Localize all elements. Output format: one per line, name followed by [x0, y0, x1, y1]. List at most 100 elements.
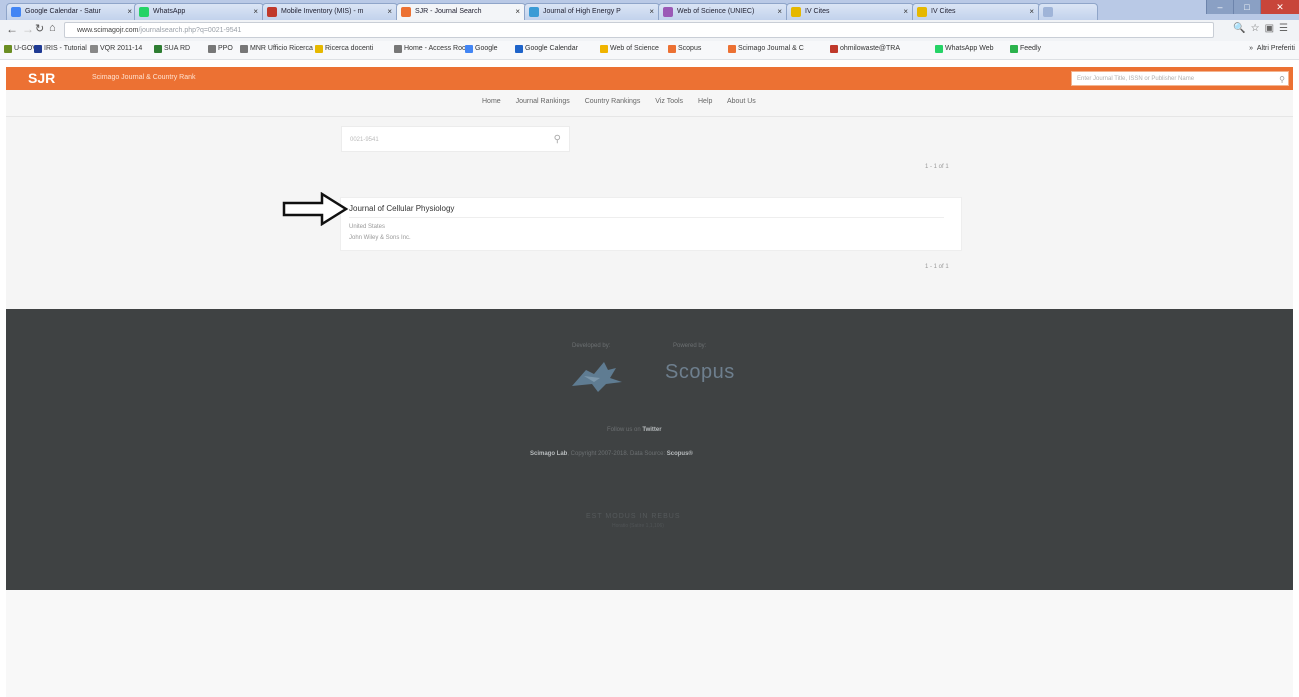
maximize-button[interactable]: □ — [1233, 0, 1260, 14]
bookmark-icon — [515, 45, 523, 53]
browser-tab[interactable]: SJR - Journal Search × — [396, 3, 526, 20]
bookmark-item[interactable]: Home - Access Roo — [394, 45, 466, 53]
search-icon[interactable]: ⚲ — [1279, 72, 1285, 87]
bookmark-label: MNR Ufficio Ricerca — [250, 45, 313, 52]
bookmark-item[interactable]: ohmilowaste@TRA — [830, 45, 900, 53]
site-tagline: Scimago Journal & Country Rank — [92, 74, 196, 81]
url-path: /journalsearch.php?q=0021-9541 — [138, 27, 242, 34]
copyright-text: Scimago Lab, Copyright 2007-2018. Data S… — [530, 451, 693, 457]
bookmark-icon — [208, 45, 216, 53]
bookmark-item[interactable]: U-GOV — [4, 45, 37, 53]
tab-favicon-icon — [139, 7, 149, 17]
bookmark-icon — [4, 45, 12, 53]
bookmark-item[interactable]: Scopus — [668, 45, 702, 53]
nav-home[interactable]: Home — [482, 98, 501, 105]
browser-tab[interactable]: Mobile Inventory (MIS) - m × — [262, 3, 398, 20]
scopus-source-link[interactable]: Scopus® — [667, 451, 693, 457]
search-result-card[interactable]: Journal of Cellular Physiology United St… — [340, 197, 962, 251]
browser-tab[interactable]: Journal of High Energy P × — [524, 3, 660, 20]
developed-by-label: Developed by: — [572, 343, 611, 349]
scopus-logo[interactable]: Scopus — [665, 361, 735, 384]
tab-favicon-icon — [267, 7, 277, 17]
search-icon[interactable]: ⚲ — [554, 127, 561, 153]
bookmark-icon — [90, 45, 98, 53]
bookmark-label: Google Calendar — [525, 45, 578, 52]
tab-label: Mobile Inventory (MIS) - m — [281, 8, 364, 15]
tab-label: IV Cites — [931, 8, 956, 15]
tab-label: Google Calendar - Satur — [25, 8, 101, 15]
bookmark-icon — [935, 45, 943, 53]
bookmark-icon — [668, 45, 676, 53]
tab-label: IV Cites — [805, 8, 830, 15]
browser-tab[interactable]: IV Cites × — [786, 3, 914, 20]
tab-label: WhatsApp — [153, 8, 186, 15]
bookmark-item[interactable]: Google Calendar — [515, 45, 578, 53]
tab-close-icon[interactable]: × — [649, 4, 654, 20]
pagination-bottom: 1 - 1 of 1 — [925, 264, 949, 270]
bookmark-item[interactable]: Feedly — [1010, 45, 1042, 53]
back-icon[interactable]: ← — [6, 22, 18, 36]
tab-close-icon[interactable]: × — [515, 4, 520, 20]
browser-tab[interactable]: WhatsApp × — [134, 3, 264, 20]
browser-tools[interactable]: 🔍☆▣☰ — [1233, 23, 1293, 34]
bookmark-item[interactable]: PPO — [208, 45, 233, 53]
browser-tab[interactable]: Web of Science (UNIEC) × — [658, 3, 788, 20]
tab-favicon-icon — [401, 7, 411, 17]
bookmark-label: IRIS - Tutorial — [44, 45, 87, 52]
bookmark-label: Google — [475, 45, 498, 52]
close-window-button[interactable]: ✕ — [1260, 0, 1299, 14]
scimago-lab-logo-icon[interactable] — [564, 356, 634, 396]
journal-search-input[interactable]: 0021-9541 ⚲ — [341, 126, 570, 152]
tab-close-icon[interactable]: × — [253, 4, 258, 20]
tab-close-icon[interactable]: × — [1029, 4, 1034, 20]
address-bar-row: ← → ↻ ⌂ www.scimagojr.com/journalsearch.… — [0, 20, 1299, 42]
bookmark-icon — [600, 45, 608, 53]
sjr-logo[interactable]: SJR — [28, 70, 55, 86]
bookmark-item[interactable]: SUA RD — [154, 45, 191, 53]
bookmark-label: SUA RD — [164, 45, 191, 52]
pagination-top: 1 - 1 of 1 — [925, 164, 949, 170]
bookmark-item[interactable]: Scimago Journal & C — [728, 45, 804, 53]
bookmark-item[interactable]: WhatsApp Web — [935, 45, 994, 53]
nav-country-rankings[interactable]: Country Rankings — [585, 98, 641, 105]
site-header: SJR Scimago Journal & Country Rank Enter… — [6, 67, 1293, 90]
browser-tab[interactable]: IV Cites × — [912, 3, 1040, 20]
motto-logo: EST MODUS IN REBUS — [586, 513, 681, 520]
bookmark-item[interactable]: Google — [465, 45, 498, 53]
tab-favicon-icon — [11, 7, 21, 17]
bookmark-item[interactable]: VQR 2011-14 — [90, 45, 143, 53]
minimize-button[interactable]: – — [1206, 0, 1233, 14]
tab-label: Web of Science (UNIEC) — [677, 8, 755, 15]
nav-viz-tools[interactable]: Viz Tools — [655, 98, 683, 105]
browser-tab[interactable]: Google Calendar - Satur × — [6, 3, 138, 20]
bookmark-label: Scopus — [678, 45, 702, 52]
bookmark-item[interactable]: Web of Science — [600, 45, 659, 53]
bookmark-item[interactable]: Ricerca docenti — [315, 45, 374, 53]
reload-icon[interactable]: ↻ — [35, 22, 44, 35]
other-bookmarks[interactable]: » Altri Preferiti — [1249, 45, 1295, 52]
tab-close-icon[interactable]: × — [777, 4, 782, 20]
nav-help[interactable]: Help — [698, 98, 712, 105]
result-journal-title[interactable]: Journal of Cellular Physiology — [349, 204, 454, 213]
twitter-link[interactable]: Twitter — [642, 427, 661, 433]
header-search-input[interactable]: Enter Journal Title, ISSN or Publisher N… — [1071, 71, 1289, 86]
tab-favicon-icon — [791, 7, 801, 17]
nav-about-us[interactable]: About Us — [727, 98, 756, 105]
bookmark-label: Web of Science — [610, 45, 659, 52]
bookmark-label: VQR 2011-14 — [100, 45, 143, 52]
bookmark-item[interactable]: MNR Ufficio Ricerca — [240, 45, 313, 53]
tab-close-icon[interactable]: × — [387, 4, 392, 20]
url-input[interactable]: www.scimagojr.com/journalsearch.php?q=00… — [64, 22, 1214, 38]
forward-icon[interactable]: → — [22, 22, 34, 36]
bookmark-label: Ricerca docenti — [325, 45, 374, 52]
bookmark-item[interactable]: IRIS - Tutorial — [34, 45, 87, 53]
motto-subtitle: Horatio (Satire 1,1,106) — [612, 523, 664, 529]
scimago-lab-link[interactable]: Scimago Lab — [530, 451, 567, 457]
browser-tab[interactable] — [1038, 3, 1098, 20]
nav-journal-rankings[interactable]: Journal Rankings — [516, 98, 570, 105]
arrow-annotation-icon — [282, 192, 349, 226]
bookmark-label: Feedly — [1020, 45, 1042, 52]
home-icon[interactable]: ⌂ — [49, 22, 56, 34]
tab-close-icon[interactable]: × — [127, 4, 132, 20]
tab-close-icon[interactable]: × — [903, 4, 908, 20]
